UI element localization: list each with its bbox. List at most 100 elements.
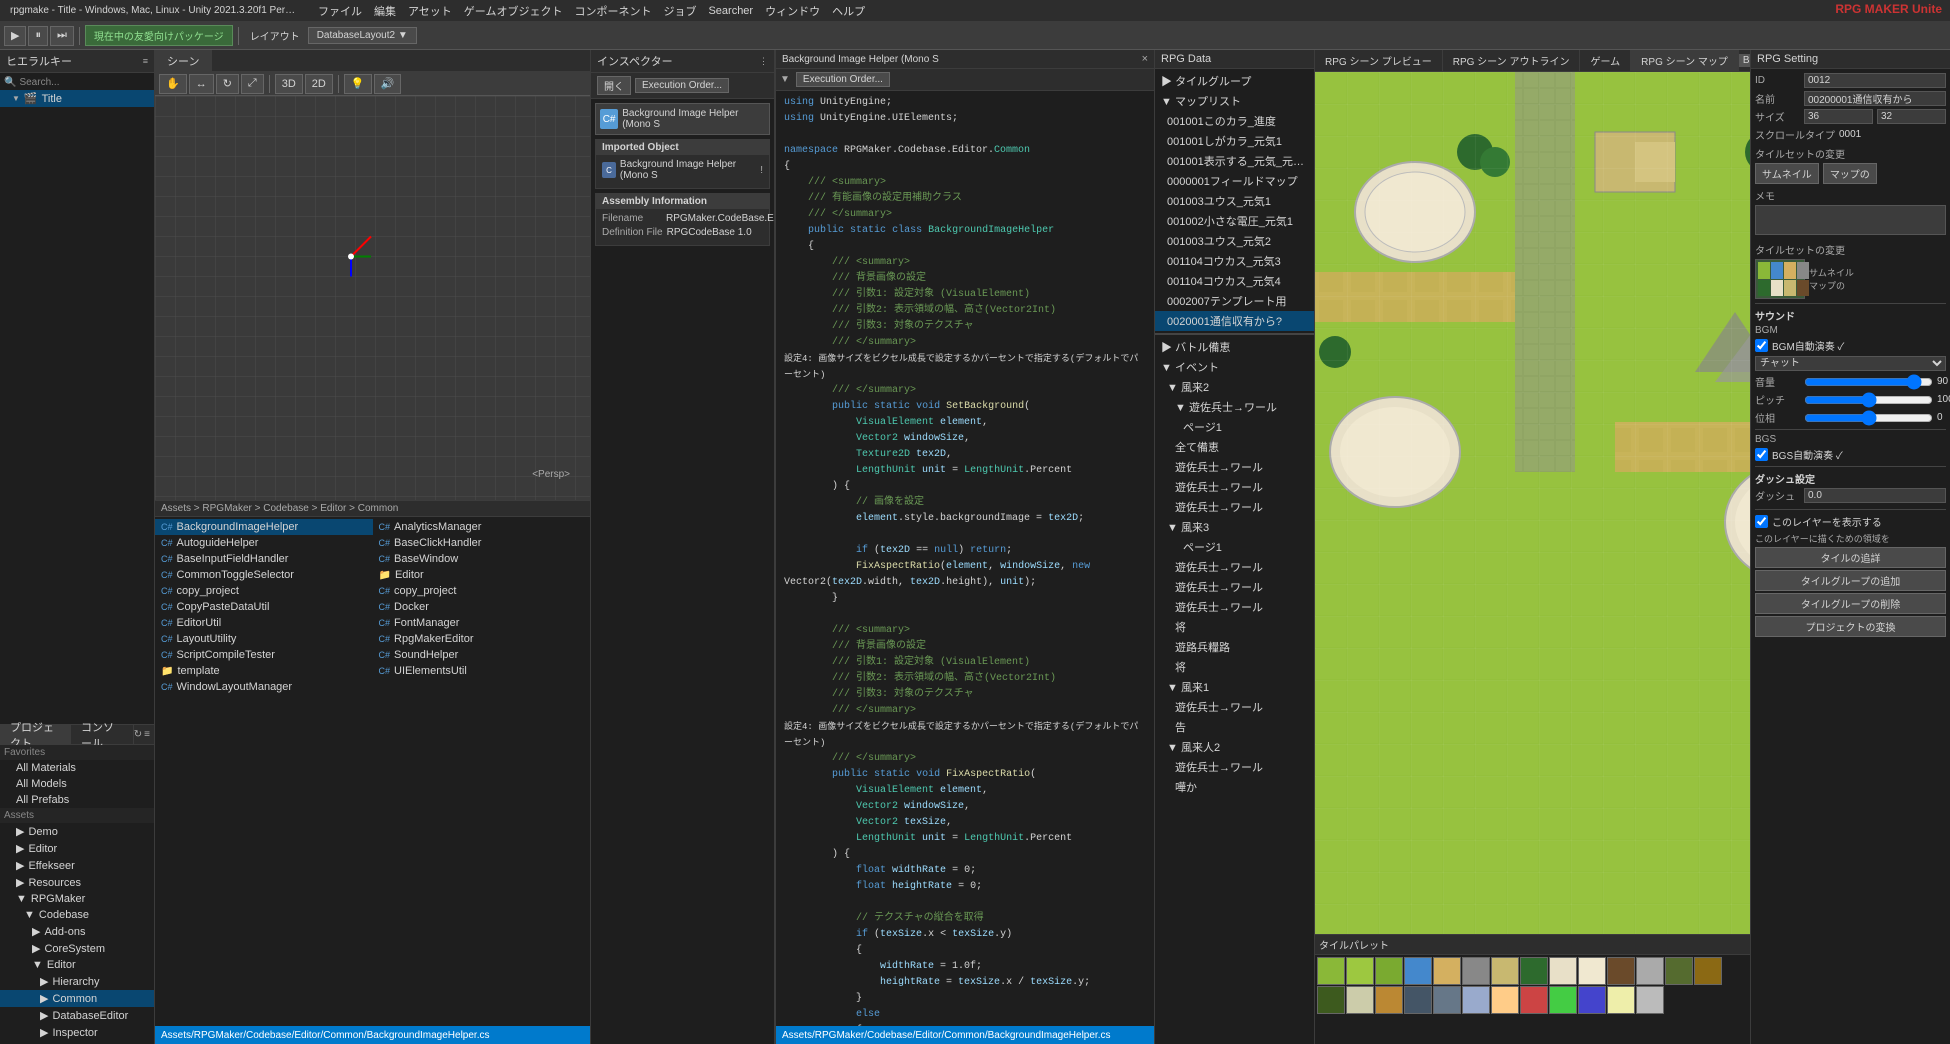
file-basewindow[interactable]: C# BaseWindow xyxy=(373,551,591,567)
tile-water[interactable] xyxy=(1404,957,1432,985)
file-commontoggleselector[interactable]: C# CommonToggleSelector xyxy=(155,567,373,583)
rpgmaker-codebase[interactable]: ▼Codebase xyxy=(0,907,154,923)
layout-dropdown[interactable]: DatabaseLayout2 ▼ xyxy=(308,27,417,44)
tile-rock[interactable] xyxy=(1636,957,1664,985)
rpg-map-3[interactable]: 0000001フィールドマップ xyxy=(1155,171,1314,191)
assets-effekseer[interactable]: ▶Effekseer xyxy=(0,857,154,874)
fav-all-models[interactable]: All Models xyxy=(0,776,154,792)
file-docker[interactable]: C# Docker xyxy=(373,599,591,615)
tile-path[interactable] xyxy=(1694,957,1722,985)
tab-rpg-preview[interactable]: RPG シーン プレビュー xyxy=(1315,50,1443,72)
rpg-soldier-3[interactable]: 遊佐兵士→ワール xyxy=(1155,477,1314,497)
platform-btn[interactable]: 現在中の友愛向けパッケージ xyxy=(85,25,233,46)
rpg-map-list[interactable]: ▼ マップリスト xyxy=(1155,91,1314,111)
tile-mountain[interactable] xyxy=(1433,986,1461,1014)
tile-stone[interactable] xyxy=(1462,957,1490,985)
rpg-page1-1[interactable]: ページ1 xyxy=(1155,417,1314,437)
bgs-auto-checkbox[interactable] xyxy=(1755,448,1768,461)
file-fontmanager[interactable]: C# FontManager xyxy=(373,615,591,631)
scene-scale[interactable]: ⤢ xyxy=(241,74,264,94)
tab-game[interactable]: ゲーム xyxy=(1580,50,1631,72)
tile-grass-2[interactable] xyxy=(1346,957,1374,985)
tile-blue[interactable] xyxy=(1578,986,1606,1014)
tile-building[interactable] xyxy=(1491,957,1519,985)
menu-assets[interactable]: アセット xyxy=(402,3,458,19)
tile-yurt[interactable] xyxy=(1549,957,1577,985)
rpg-soldier-9[interactable]: 遊佐兵士→ワール xyxy=(1155,757,1314,777)
play-button[interactable]: ▶ xyxy=(4,26,26,46)
rpg-road[interactable]: 遊路兵糧路 xyxy=(1155,637,1314,657)
scene-rotate[interactable]: ↻ xyxy=(216,74,239,94)
tile-sand[interactable] xyxy=(1433,957,1461,985)
assets-resources[interactable]: ▶Resources xyxy=(0,874,154,891)
setting-size-w[interactable] xyxy=(1804,109,1873,124)
tab-scene[interactable]: シーン xyxy=(155,50,212,72)
rpgmaker-database[interactable]: ▶DatabaseEditor xyxy=(0,1007,154,1024)
rpgmaker-hierarchy[interactable]: ▶Hierarchy xyxy=(0,973,154,990)
fav-all-prefabs[interactable]: All Prefabs xyxy=(0,792,154,808)
file-scriptcompiletester[interactable]: C# ScriptCompileTester xyxy=(155,647,373,663)
project-menu[interactable]: ≡ xyxy=(144,729,150,740)
rpg-map-10[interactable]: 0020001通信収有から? xyxy=(1155,311,1314,331)
bgm-select[interactable]: チャット xyxy=(1755,356,1946,371)
scene-hand[interactable]: ✋ xyxy=(159,74,187,94)
volume-slider[interactable] xyxy=(1804,376,1933,388)
rpg-map-2[interactable]: 001001表示する_元気_元気1 xyxy=(1155,151,1314,171)
tab-rpg-outline[interactable]: RPG シーン アウトライン xyxy=(1443,50,1581,72)
file-template[interactable]: 📁 template xyxy=(155,663,373,679)
tile-red[interactable] xyxy=(1520,986,1548,1014)
memo-textarea[interactable] xyxy=(1755,205,1946,235)
dash-input[interactable] xyxy=(1804,488,1946,503)
rpg-soldier-4[interactable]: 遊佐兵士→ワール xyxy=(1155,497,1314,517)
menu-file[interactable]: ファイル xyxy=(312,3,368,19)
file-copypastedatautil[interactable]: C# CopyPasteDataUtil xyxy=(155,599,373,615)
rpg-fuurai3[interactable]: ▼ 風来3 xyxy=(1155,517,1314,537)
rpg-report[interactable]: 告 xyxy=(1155,717,1314,737)
rpg-events[interactable]: ▼ イベント xyxy=(1155,357,1314,377)
open-btn[interactable]: 開く xyxy=(597,76,631,95)
rpg-general-1[interactable]: 将 xyxy=(1155,617,1314,637)
tile-forest[interactable] xyxy=(1317,986,1345,1014)
menu-searcher[interactable]: Searcher xyxy=(702,5,759,17)
menu-jobs[interactable]: ジョブ xyxy=(657,3,702,19)
file-uielementsutil[interactable]: C# UIElementsUtil xyxy=(373,663,591,679)
file-autoguidahelper[interactable]: C# AutoguideHelper xyxy=(155,535,373,551)
rpg-all[interactable]: 全て備恵 xyxy=(1155,437,1314,457)
setting-name-input[interactable] xyxy=(1804,91,1946,106)
map-tool-b[interactable]: B xyxy=(1739,54,1750,67)
menu-edit[interactable]: 編集 xyxy=(368,3,402,19)
file-editor[interactable]: 📁 Editor xyxy=(373,567,591,583)
rpg-fuurai-person2[interactable]: ▼ 風来人2 xyxy=(1155,737,1314,757)
tileset-thumbnail-btn[interactable]: サムネイル xyxy=(1755,163,1819,184)
tile-sky[interactable] xyxy=(1462,986,1490,1014)
tile-yurt-inner[interactable] xyxy=(1578,957,1606,985)
rpg-fuurai1[interactable]: ▼ 風来1 xyxy=(1155,677,1314,697)
tab-rpg-map[interactable]: RPG シーン マップ xyxy=(1631,50,1739,72)
pitch-slider[interactable] xyxy=(1804,394,1933,406)
layer-show-checkbox[interactable] xyxy=(1755,515,1768,528)
hierarchy-item-title[interactable]: ▼ 🎬 Title xyxy=(0,90,154,107)
tile-dirt[interactable] xyxy=(1607,957,1635,985)
file-soundhelper[interactable]: C# SoundHelper xyxy=(373,647,591,663)
step-button[interactable]: ⏭ xyxy=(50,26,74,46)
file-rpgmakereditor[interactable]: C# RpgMakerEditor xyxy=(373,631,591,647)
setting-id-input[interactable] xyxy=(1804,73,1946,88)
pause-button[interactable]: ⏸ xyxy=(28,26,48,46)
rpg-battle[interactable]: ▶ バトル備恵 xyxy=(1155,337,1314,357)
file-baseclickhandler[interactable]: C# BaseClickHandler xyxy=(373,535,591,551)
tile-green[interactable] xyxy=(1549,986,1577,1014)
tab-project[interactable]: プロジェクト xyxy=(0,725,71,745)
rpg-general-2[interactable]: 将 xyxy=(1155,657,1314,677)
scene-lighting[interactable]: 💡 xyxy=(344,74,372,94)
fav-all-materials[interactable]: All Materials xyxy=(0,760,154,776)
rpg-map-4[interactable]: 001003ユウス_元気1 xyxy=(1155,191,1314,211)
rpgmaker-common[interactable]: ▶RPG DataCommon xyxy=(0,990,154,1007)
tileset-map-btn[interactable]: マップの xyxy=(1823,163,1877,184)
rpg-fuurai2[interactable]: ▼ 風来2 xyxy=(1155,377,1314,397)
rpg-page1-2[interactable]: ページ1 xyxy=(1155,537,1314,557)
menu-help[interactable]: ヘルプ xyxy=(826,3,871,19)
file-layoututility[interactable]: C# LayoutUtility xyxy=(155,631,373,647)
rpg-quarrel[interactable]: 嘩か xyxy=(1155,777,1314,797)
scene-2d[interactable]: 2D xyxy=(305,74,333,94)
rpg-map-8[interactable]: 001104コウカス_元気4 xyxy=(1155,271,1314,291)
